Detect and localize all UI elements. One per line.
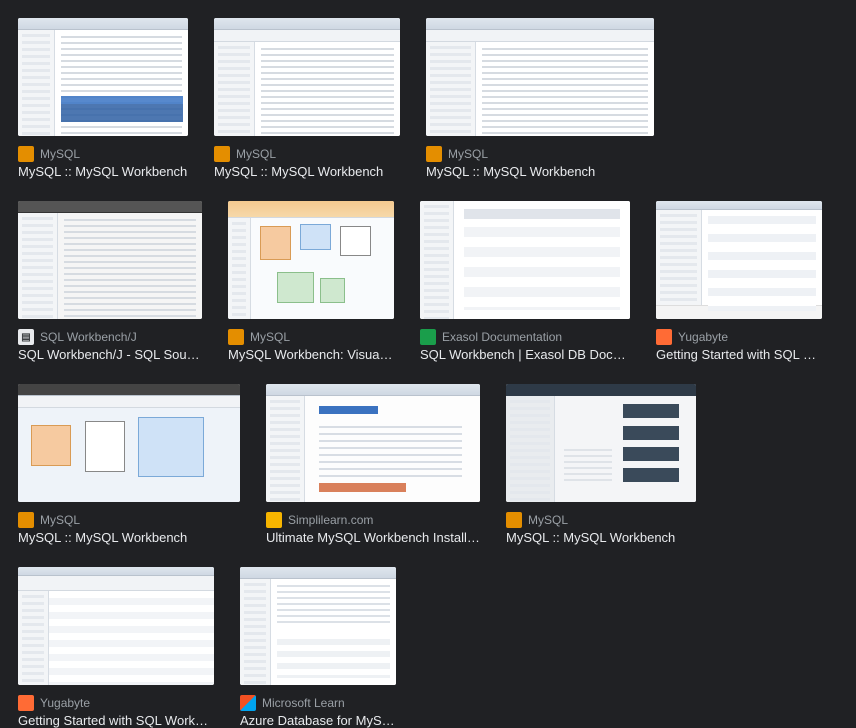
- result-thumbnail[interactable]: [18, 201, 202, 319]
- result-title[interactable]: SQL Workbench/J - SQL Source Display: [18, 347, 202, 362]
- result-title[interactable]: MySQL :: MySQL Workbench: [506, 530, 696, 545]
- result-source-row[interactable]: MySQL: [18, 512, 240, 528]
- image-result[interactable]: MySQLMySQL :: MySQL Workbench: [214, 18, 400, 179]
- image-result[interactable]: MySQLMySQL :: MySQL Workbench: [506, 384, 696, 545]
- favicon-icon: [420, 329, 436, 345]
- result-source: MySQL: [448, 147, 488, 161]
- result-source-row[interactable]: MySQL: [426, 146, 654, 162]
- result-source: MySQL: [250, 330, 290, 344]
- image-result[interactable]: MySQLMySQL :: MySQL Workbench: [18, 18, 188, 179]
- image-results-grid: MySQLMySQL :: MySQL Workbench MySQLMySQL…: [18, 18, 838, 728]
- result-source-row[interactable]: Exasol Documentation: [420, 329, 630, 345]
- image-result[interactable]: Simplilearn.com Ultimate MySQL Workbench …: [266, 384, 480, 545]
- result-source-row[interactable]: MySQL: [228, 329, 394, 345]
- favicon-icon: [266, 512, 282, 528]
- favicon-icon: [18, 146, 34, 162]
- image-result[interactable]: MySQLMySQL :: MySQL Workbench: [18, 384, 240, 545]
- image-result[interactable]: MySQLMySQL :: MySQL Workbench: [426, 18, 654, 179]
- result-thumbnail[interactable]: [228, 201, 394, 319]
- result-source: SQL Workbench/J: [40, 330, 137, 344]
- favicon-icon: [656, 329, 672, 345]
- favicon-icon: [228, 329, 244, 345]
- favicon-icon: [18, 512, 34, 528]
- result-title[interactable]: Ultimate MySQL Workbench Installation ..…: [266, 530, 480, 545]
- image-result[interactable]: Microsoft Learn Azure Database for MySQL …: [240, 567, 396, 728]
- result-title[interactable]: MySQL Workbench: Visual Databas...: [228, 347, 394, 362]
- result-source-row[interactable]: ▤ SQL Workbench/J: [18, 329, 202, 345]
- result-title[interactable]: MySQL :: MySQL Workbench: [214, 164, 400, 179]
- result-thumbnail[interactable]: [240, 567, 396, 685]
- image-result[interactable]: Yugabyte Getting Started with SQL Workben…: [18, 567, 214, 728]
- result-source: MySQL: [528, 513, 568, 527]
- image-result[interactable]: ▤ SQL Workbench/J SQL Workbench/J - SQL So…: [18, 201, 202, 362]
- result-source-row[interactable]: MySQL: [18, 146, 188, 162]
- result-thumbnail[interactable]: [426, 18, 654, 136]
- result-title[interactable]: Getting Started with SQL Workbench/J on …: [18, 713, 214, 728]
- result-title[interactable]: SQL Workbench | Exasol DB Documentation: [420, 347, 630, 362]
- result-source: Exasol Documentation: [442, 330, 562, 344]
- result-source: MySQL: [236, 147, 276, 161]
- result-thumbnail[interactable]: [214, 18, 400, 136]
- result-title[interactable]: MySQL :: MySQL Workbench: [18, 164, 188, 179]
- image-result[interactable]: Yugabyte Getting Started with SQL Workben…: [656, 201, 822, 362]
- result-title[interactable]: Getting Started with SQL Workbench...: [656, 347, 822, 362]
- result-source-row[interactable]: Yugabyte: [18, 695, 214, 711]
- result-thumbnail[interactable]: [266, 384, 480, 502]
- result-source: Yugabyte: [678, 330, 728, 344]
- favicon-icon: [240, 695, 256, 711]
- result-source: Microsoft Learn: [262, 696, 345, 710]
- result-thumbnail[interactable]: [656, 201, 822, 319]
- result-source: MySQL: [40, 513, 80, 527]
- favicon-icon: [18, 695, 34, 711]
- favicon-icon: [426, 146, 442, 162]
- favicon-icon: [214, 146, 230, 162]
- result-thumbnail[interactable]: [420, 201, 630, 319]
- result-source: Yugabyte: [40, 696, 90, 710]
- result-thumbnail[interactable]: [18, 384, 240, 502]
- result-source-row[interactable]: Microsoft Learn: [240, 695, 396, 711]
- result-source: MySQL: [40, 147, 80, 161]
- result-source: Simplilearn.com: [288, 513, 373, 527]
- result-title[interactable]: MySQL :: MySQL Workbench: [426, 164, 654, 179]
- image-result[interactable]: MySQL MySQL Workbench: Visual Databas...: [228, 201, 394, 362]
- result-title[interactable]: Azure Database for MySQL ...: [240, 713, 396, 728]
- image-result[interactable]: Exasol Documentation SQL Workbench | Exas…: [420, 201, 630, 362]
- result-thumbnail[interactable]: [18, 567, 214, 685]
- result-thumbnail[interactable]: [506, 384, 696, 502]
- result-source-row[interactable]: Simplilearn.com: [266, 512, 480, 528]
- result-source-row[interactable]: MySQL: [214, 146, 400, 162]
- result-title[interactable]: MySQL :: MySQL Workbench: [18, 530, 240, 545]
- result-source-row[interactable]: MySQL: [506, 512, 696, 528]
- favicon-icon: ▤: [18, 329, 34, 345]
- result-source-row[interactable]: Yugabyte: [656, 329, 822, 345]
- favicon-icon: [506, 512, 522, 528]
- result-thumbnail[interactable]: [18, 18, 188, 136]
